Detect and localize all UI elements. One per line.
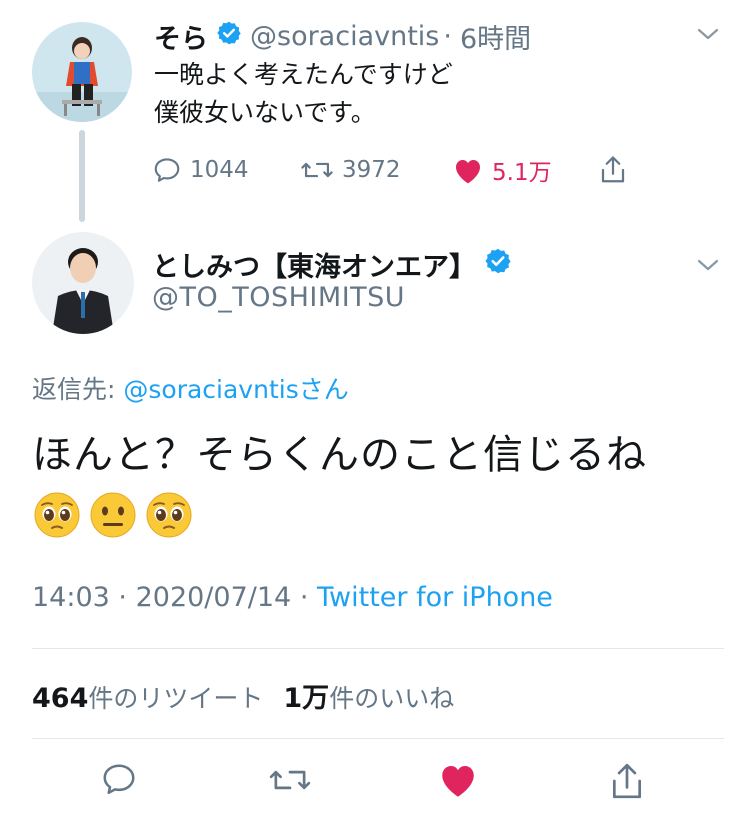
divider bbox=[32, 738, 724, 739]
replying-to-mention[interactable]: @soraciavntis bbox=[123, 375, 298, 404]
parent-handle[interactable]: @soraciavntis bbox=[250, 21, 439, 52]
divider bbox=[32, 648, 724, 649]
neutral-face-icon bbox=[90, 492, 136, 538]
retweets-stat[interactable]: 464件のリツイート bbox=[32, 679, 263, 715]
time-separator: · bbox=[443, 20, 452, 52]
reply-display-name[interactable]: としみつ【東海オンエア】 bbox=[152, 245, 476, 284]
retweet-count: 3972 bbox=[342, 157, 401, 183]
retweet-icon[interactable] bbox=[268, 758, 312, 802]
parent-tweet-text: 一晩よく考えたんですけど 僕彼女いないです。 bbox=[154, 60, 453, 127]
reply-action[interactable]: 1044 bbox=[152, 150, 249, 190]
tweet-date[interactable]: 2020/07/14 bbox=[136, 582, 292, 613]
thread-connector-line bbox=[79, 130, 85, 222]
emoji-row bbox=[32, 490, 194, 540]
verified-badge-icon bbox=[216, 20, 242, 53]
chevron-down-icon[interactable] bbox=[697, 27, 719, 41]
likes-number: 1万 bbox=[283, 683, 330, 714]
parent-avatar[interactable] bbox=[32, 22, 132, 122]
heart-icon bbox=[456, 160, 480, 184]
verified-badge-icon bbox=[484, 247, 512, 282]
reply-tweet-text: ほんと？そらくんのこと信じるね bbox=[32, 432, 647, 478]
reply-handle[interactable]: @TO_TOSHIMITSU bbox=[152, 282, 405, 313]
likes-stat[interactable]: 1万件のいいね bbox=[283, 676, 454, 715]
source-dot: · bbox=[299, 582, 309, 613]
reply-bubble-icon[interactable] bbox=[100, 758, 138, 802]
timestamp-dot: · bbox=[118, 582, 127, 613]
retweet-action[interactable]: 3972 bbox=[300, 150, 401, 190]
like-action[interactable]: 5.1万 bbox=[452, 150, 552, 190]
replying-to-line: 返信先: @soraciavntisさん bbox=[32, 370, 349, 406]
replying-to-suffix: さん bbox=[298, 375, 349, 404]
tweet-source-link[interactable]: Twitter for iPhone bbox=[317, 582, 553, 613]
heart-icon[interactable] bbox=[437, 758, 479, 802]
replying-to-label: 返信先: bbox=[32, 375, 124, 404]
parent-author-row: そら @soraciavntis · 6時間 bbox=[154, 16, 531, 56]
parent-action-bar: 1044 3972 5.1万 bbox=[152, 150, 642, 190]
retweet-icon bbox=[301, 162, 333, 178]
parent-display-name[interactable]: そら bbox=[154, 17, 208, 56]
parent-relative-time[interactable]: 6時間 bbox=[460, 17, 531, 56]
likes-label: 件のいいね bbox=[329, 684, 455, 713]
reply-avatar[interactable] bbox=[32, 232, 134, 334]
tweet-time[interactable]: 14:03 bbox=[32, 582, 110, 613]
chevron-down-icon[interactable] bbox=[697, 258, 719, 272]
share-icon[interactable] bbox=[608, 758, 646, 804]
like-count: 5.1万 bbox=[492, 160, 552, 186]
retweets-label: 件のリツイート bbox=[88, 684, 264, 713]
pleading-face-icon bbox=[34, 492, 80, 538]
retweets-number: 464 bbox=[32, 683, 89, 714]
reply-author-row: としみつ【東海オンエア】 bbox=[152, 244, 512, 284]
timestamp-row: 14:03 · 2020/07/14 · Twitter for iPhone bbox=[32, 582, 553, 613]
reply-bubble-icon bbox=[154, 158, 180, 182]
engagement-stats: 464件のリツイート 1万件のいいね bbox=[32, 676, 454, 715]
pleading-face-icon bbox=[146, 492, 192, 538]
share-action[interactable] bbox=[598, 150, 628, 190]
reply-count: 1044 bbox=[190, 157, 249, 183]
reply-action-bar bbox=[0, 758, 750, 808]
share-icon bbox=[601, 156, 625, 183]
